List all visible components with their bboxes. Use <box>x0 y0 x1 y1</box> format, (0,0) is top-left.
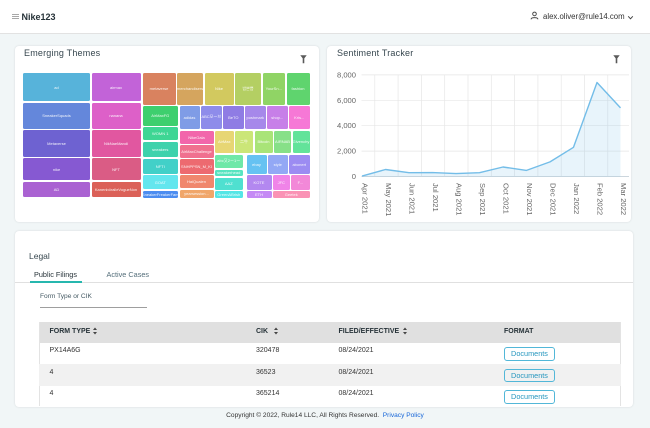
svg-text:Mar 2022: Mar 2022 <box>619 183 628 215</box>
svg-text:2,000: 2,000 <box>337 147 356 156</box>
svg-text:Apr 2021: Apr 2021 <box>361 183 370 214</box>
svg-text:Dec 2021: Dec 2021 <box>549 183 558 216</box>
svg-text:4,000: 4,000 <box>337 121 356 130</box>
svg-text:Jun 2021: Jun 2021 <box>408 183 417 214</box>
svg-text:Sep 2021: Sep 2021 <box>478 183 487 216</box>
svg-text:Nov 2021: Nov 2021 <box>525 183 534 216</box>
svg-text:Jul 2021: Jul 2021 <box>431 183 440 212</box>
svg-text:6,000: 6,000 <box>337 96 356 105</box>
svg-text:8,000: 8,000 <box>337 70 356 79</box>
svg-text:Feb 2022: Feb 2022 <box>596 183 605 215</box>
svg-text:Oct 2021: Oct 2021 <box>502 183 511 214</box>
svg-text:Jan 2022: Jan 2022 <box>572 183 581 214</box>
svg-text:0: 0 <box>352 172 356 181</box>
svg-text:May 2021: May 2021 <box>384 183 393 216</box>
svg-text:Aug 2021: Aug 2021 <box>455 183 464 216</box>
